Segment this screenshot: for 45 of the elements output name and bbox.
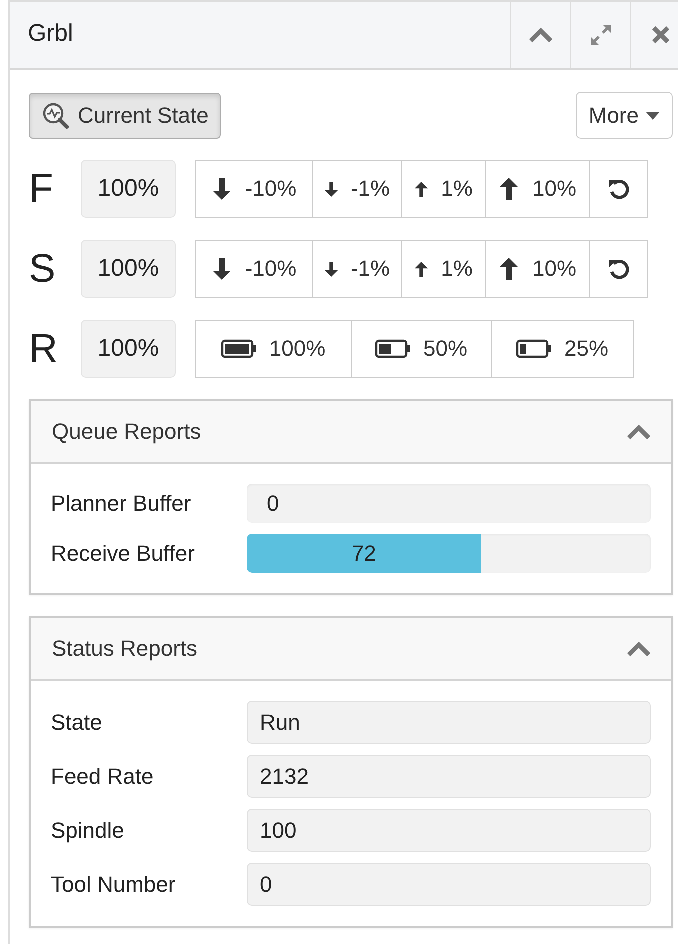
override-letter: R — [29, 326, 59, 372]
reset-icon — [606, 177, 630, 201]
field-label: Spindle — [51, 818, 126, 844]
arrow-up-icon — [498, 177, 520, 201]
override-value: 100% — [81, 160, 176, 218]
magnifier-icon — [42, 102, 70, 130]
more-button[interactable]: More — [576, 92, 673, 139]
close-icon — [650, 25, 670, 45]
buffer-label: Planner Buffer — [51, 490, 192, 516]
override-letter: S — [29, 246, 57, 292]
chevron-icon — [627, 640, 651, 656]
expand-icon — [588, 23, 612, 47]
chevron-icon — [528, 27, 552, 43]
buffer-label: Receive Buffer — [51, 540, 196, 566]
readonly-field: 100 — [247, 809, 651, 852]
override-value: 100% — [81, 320, 176, 378]
panel-title: Status Reports — [52, 636, 198, 662]
override-letter: F — [29, 166, 54, 212]
battery-icon — [221, 339, 258, 359]
field-label: Tool Number — [51, 872, 177, 898]
arrow-down-icon — [324, 260, 339, 278]
collapse-button[interactable] — [627, 424, 651, 440]
battery-icon — [375, 339, 412, 359]
arrow-up-icon — [414, 180, 430, 198]
battery-icon — [516, 339, 552, 359]
arrow-down-icon — [324, 180, 339, 198]
field-label: Feed Rate — [51, 764, 155, 790]
progress-value: 0 — [267, 490, 280, 518]
readonly-field: 2132 — [247, 755, 651, 798]
arrow-down-icon — [211, 177, 234, 201]
progress-value: 72 — [350, 540, 378, 568]
reset-icon — [606, 257, 630, 281]
collapse-button[interactable] — [627, 640, 651, 656]
chevron-icon — [627, 424, 651, 440]
override-value: 100% — [81, 240, 176, 298]
readonly-field: 0 — [247, 863, 651, 906]
arrow-up-icon — [414, 260, 430, 278]
current-state-button[interactable]: Current State — [29, 92, 221, 138]
widget-title: Grbl — [27, 19, 74, 49]
arrow-down-icon — [211, 257, 234, 281]
field-label: State — [51, 710, 104, 736]
caret-icon — [646, 112, 660, 120]
panel-title: Queue Reports — [52, 418, 202, 444]
readonly-field: Run — [247, 701, 651, 744]
arrow-up-icon — [498, 257, 520, 281]
